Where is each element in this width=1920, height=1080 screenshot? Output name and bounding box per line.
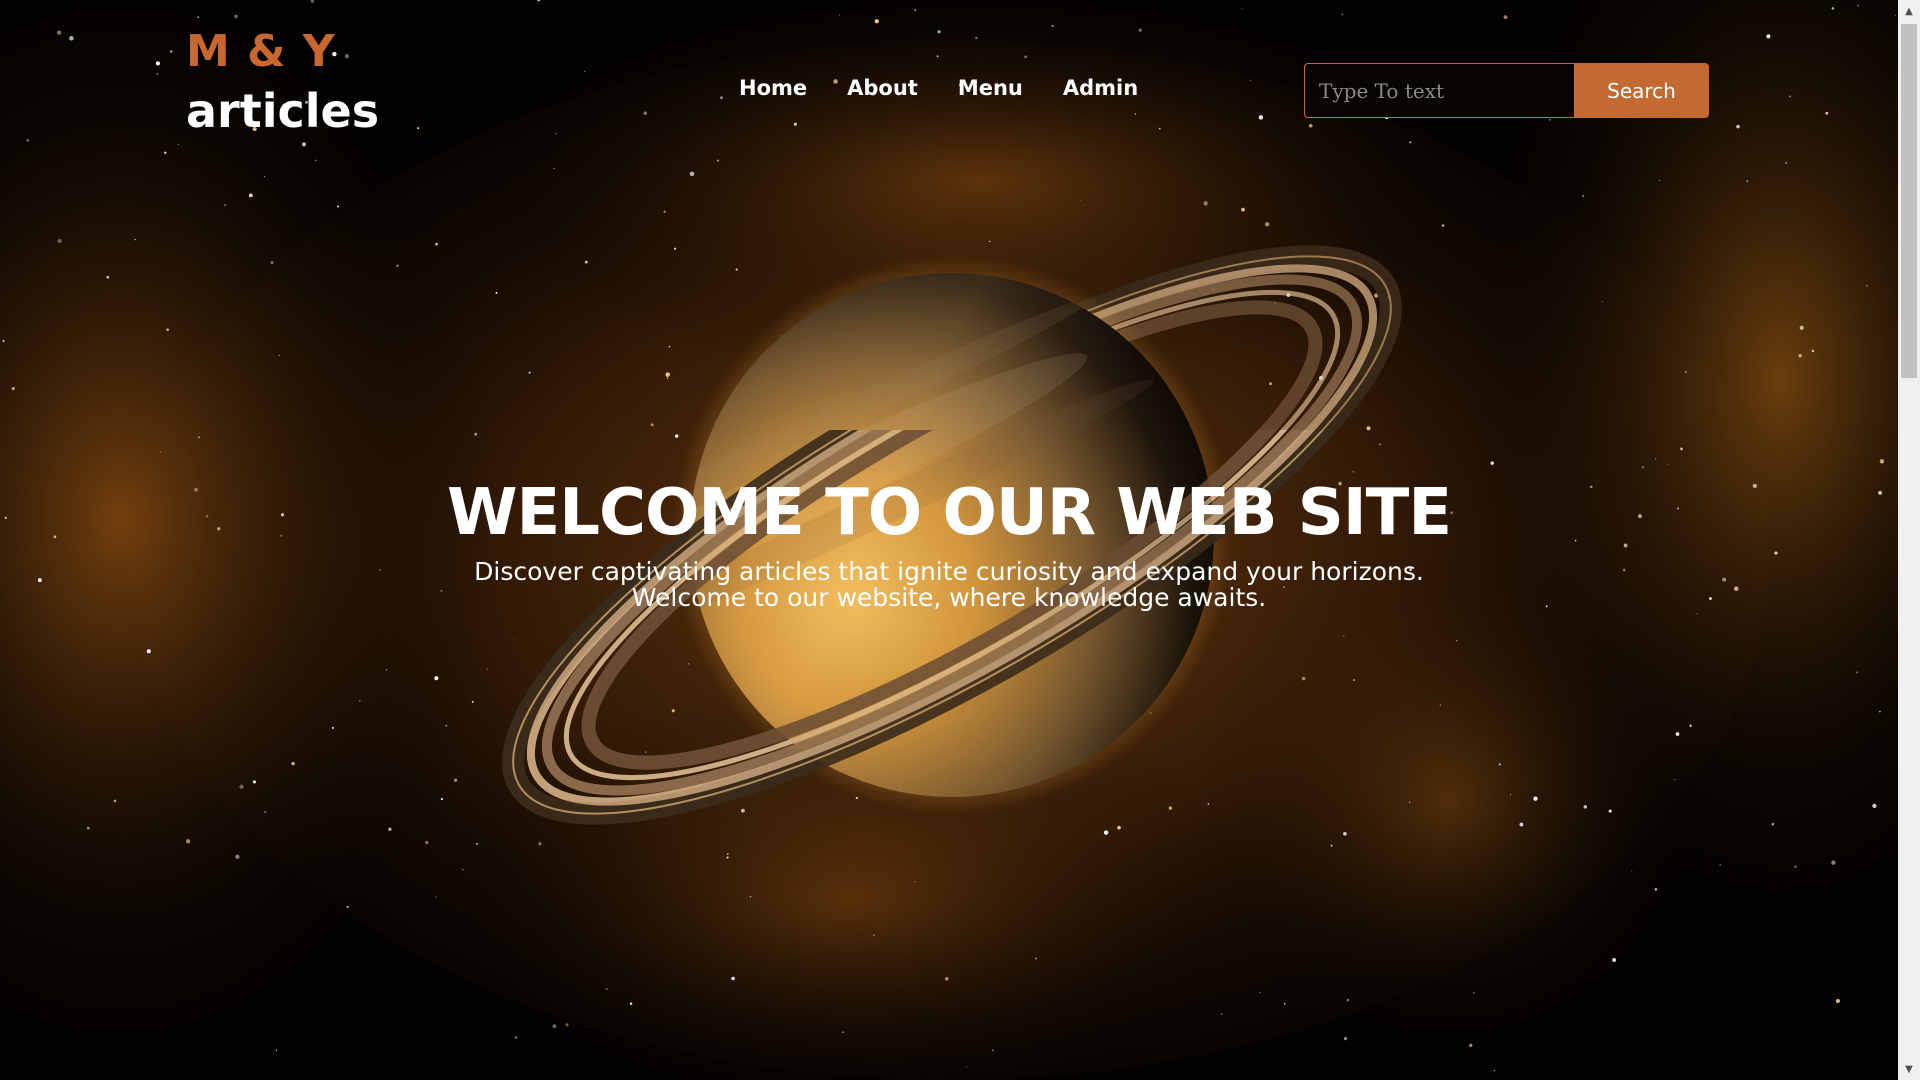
hero-subtitle-line-1: Discover captivating articles that ignit…: [474, 557, 1424, 586]
nav-link-home[interactable]: Home: [739, 76, 807, 100]
hero-subtitle: Discover captivating articles that ignit…: [0, 559, 1898, 611]
scrollbar-thumb[interactable]: [1901, 24, 1917, 378]
arrow-down-icon[interactable]: ▼: [1898, 1058, 1920, 1080]
logo-brand: M & Y: [186, 26, 336, 77]
site-logo[interactable]: M & Y articles: [186, 26, 380, 138]
hero-section: WELCOME TO OUR WEB SITE Discover captiva…: [0, 475, 1898, 611]
nav-link-menu[interactable]: Menu: [958, 76, 1023, 100]
search-input[interactable]: [1304, 63, 1574, 118]
logo-wordmark: articles: [186, 84, 380, 138]
nav-link-about[interactable]: About: [847, 76, 918, 100]
search-bar: Search: [1304, 63, 1709, 118]
main-nav: Home About Menu Admin: [739, 76, 1138, 100]
nav-link-admin[interactable]: Admin: [1063, 76, 1138, 100]
page: M & Y articles Home About Menu Admin Sea…: [0, 0, 1920, 1080]
arrow-up-icon[interactable]: ▲: [1898, 0, 1920, 22]
hero-subtitle-line-2: Welcome to our website, where knowledge …: [631, 583, 1267, 612]
hero-title: WELCOME TO OUR WEB SITE: [446, 476, 1452, 550]
search-button[interactable]: Search: [1574, 63, 1709, 118]
vertical-scrollbar[interactable]: ▲ ▼: [1898, 0, 1920, 1080]
